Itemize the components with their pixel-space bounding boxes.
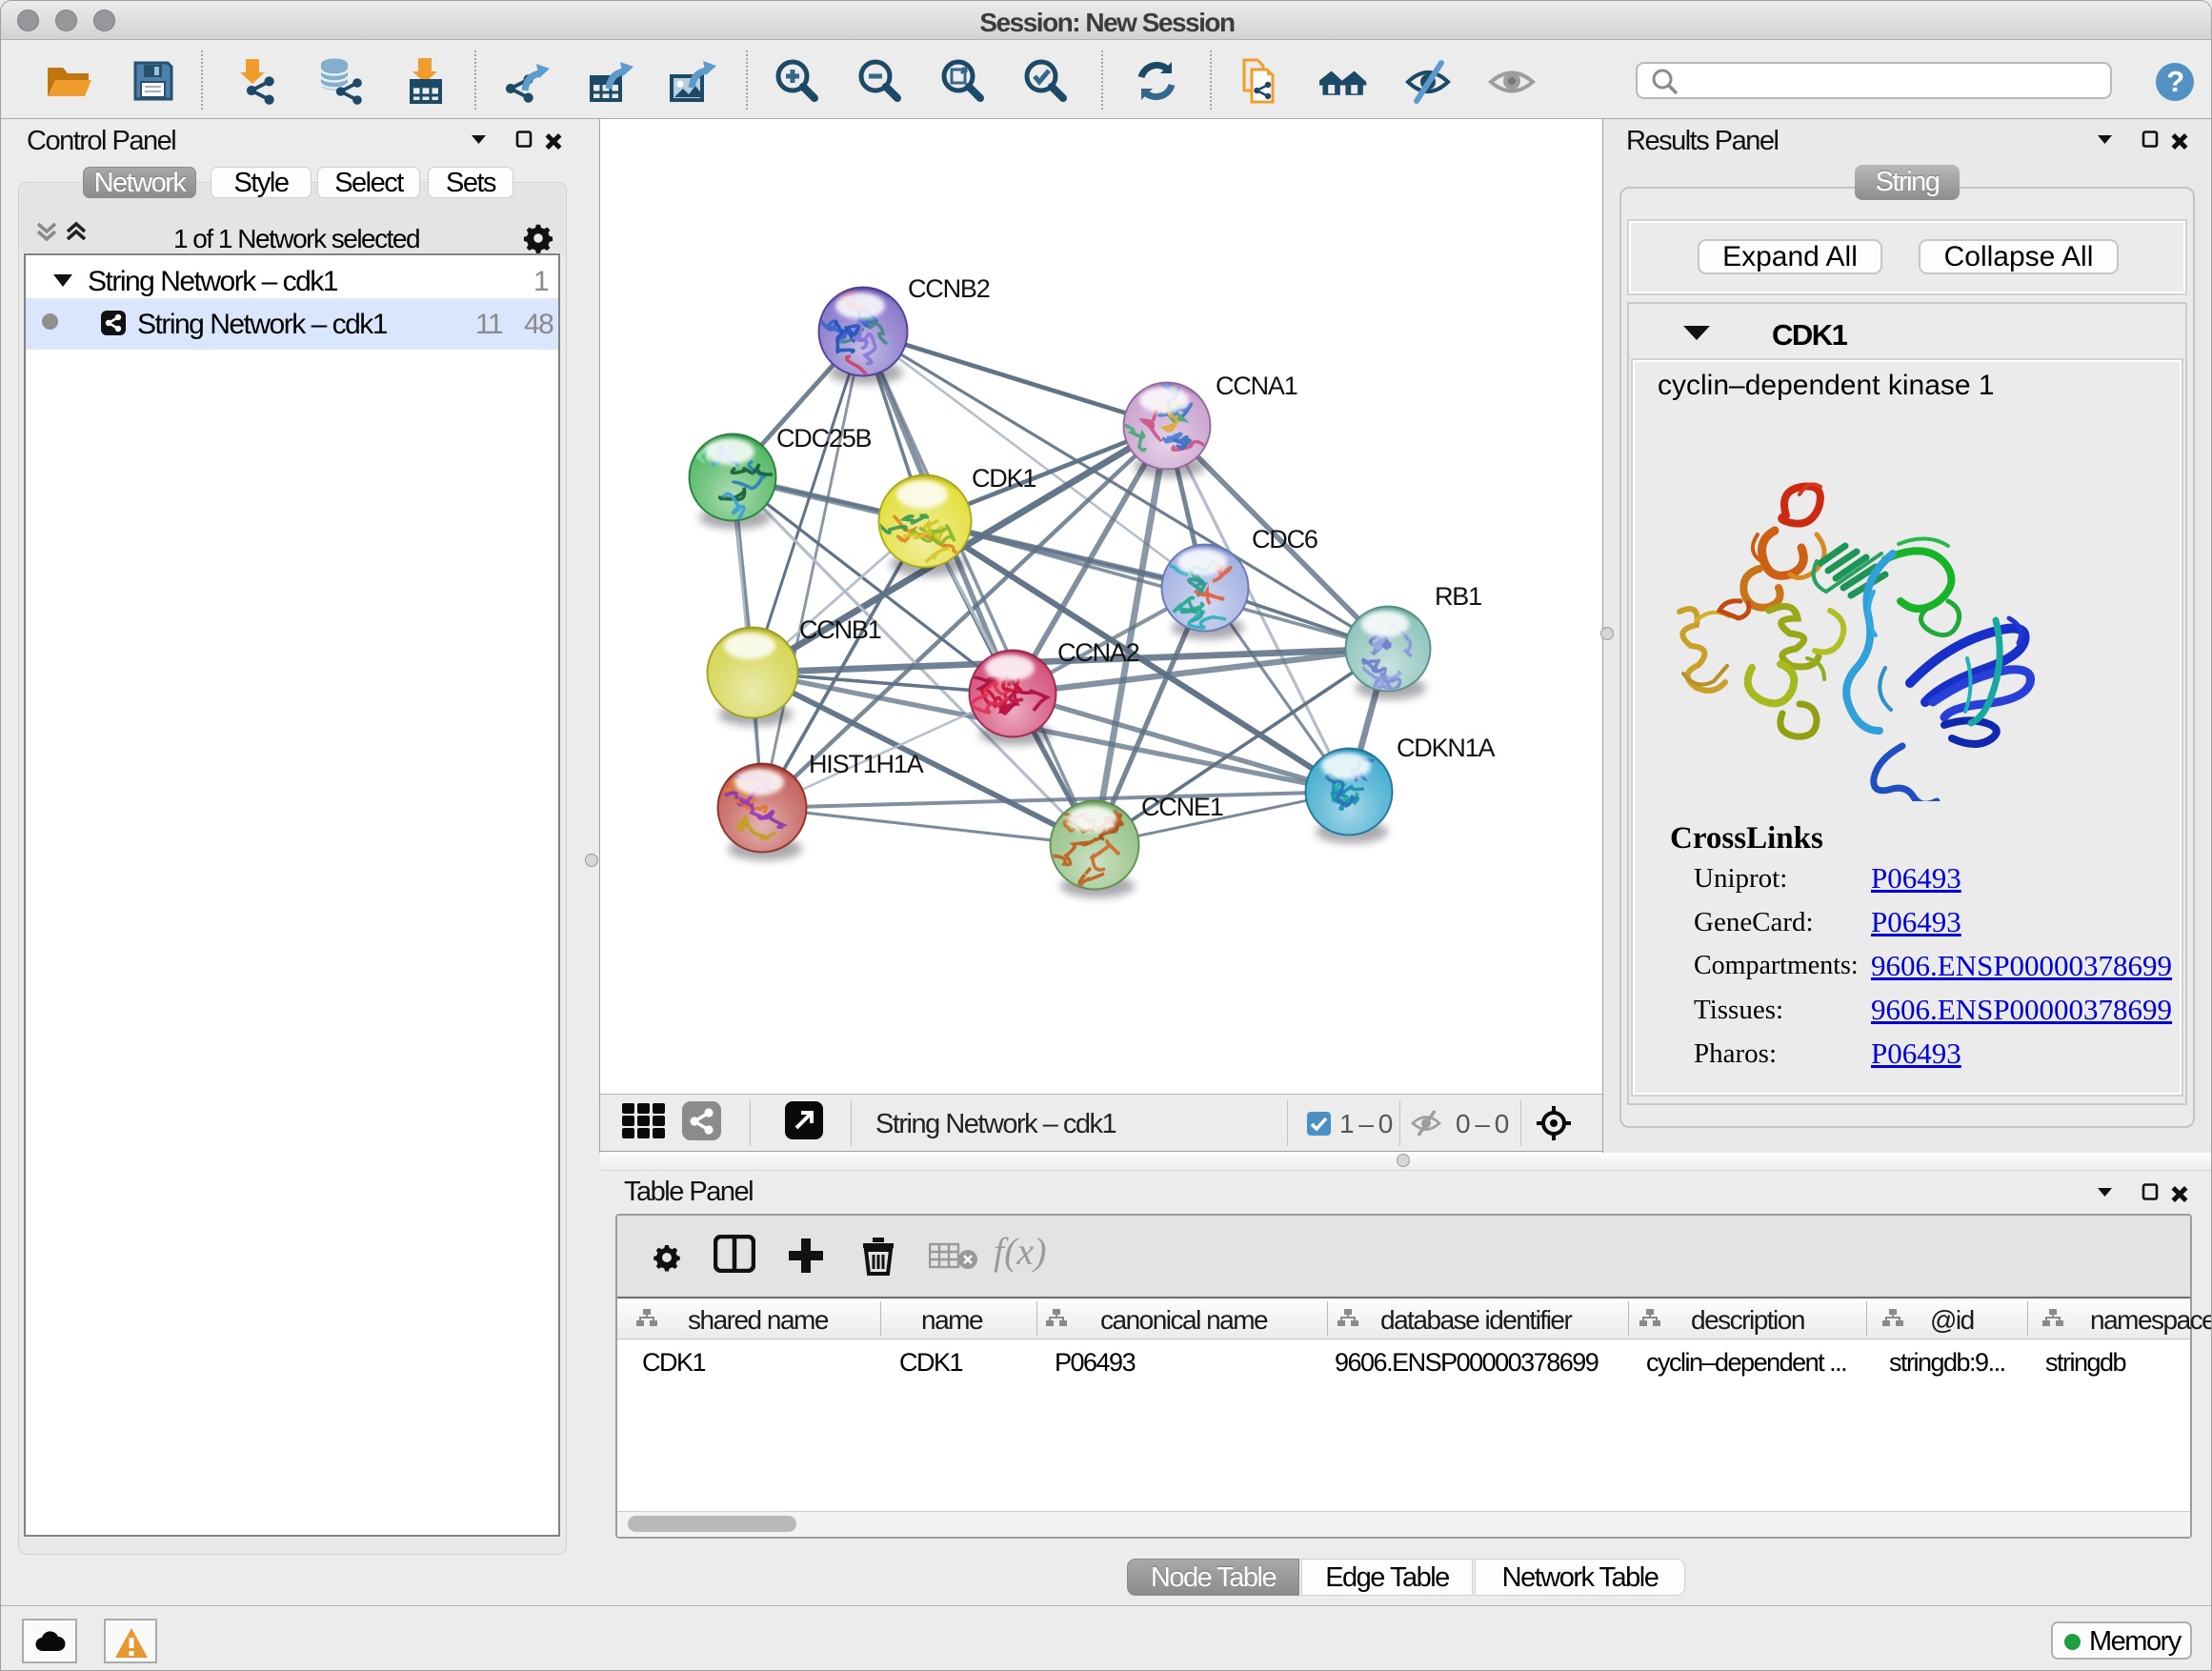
svg-text:CDK1: CDK1 bbox=[972, 464, 1036, 493]
svg-text:CCNB1: CCNB1 bbox=[799, 615, 881, 644]
svg-text:?: ? bbox=[2166, 65, 2183, 98]
svg-text:CDKN1A: CDKN1A bbox=[1397, 734, 1496, 762]
svg-text:CCNE1: CCNE1 bbox=[1141, 793, 1223, 821]
svg-text:CDC25B: CDC25B bbox=[776, 424, 872, 453]
svg-text:CCNA2: CCNA2 bbox=[1057, 638, 1139, 667]
svg-text:CCNB2: CCNB2 bbox=[908, 274, 990, 303]
svg-text:RB1: RB1 bbox=[1435, 582, 1481, 611]
svg-text:CCNA1: CCNA1 bbox=[1216, 372, 1297, 400]
svg-text:CDC6: CDC6 bbox=[1252, 525, 1317, 554]
svg-text:HIST1H1A: HIST1H1A bbox=[809, 750, 924, 778]
